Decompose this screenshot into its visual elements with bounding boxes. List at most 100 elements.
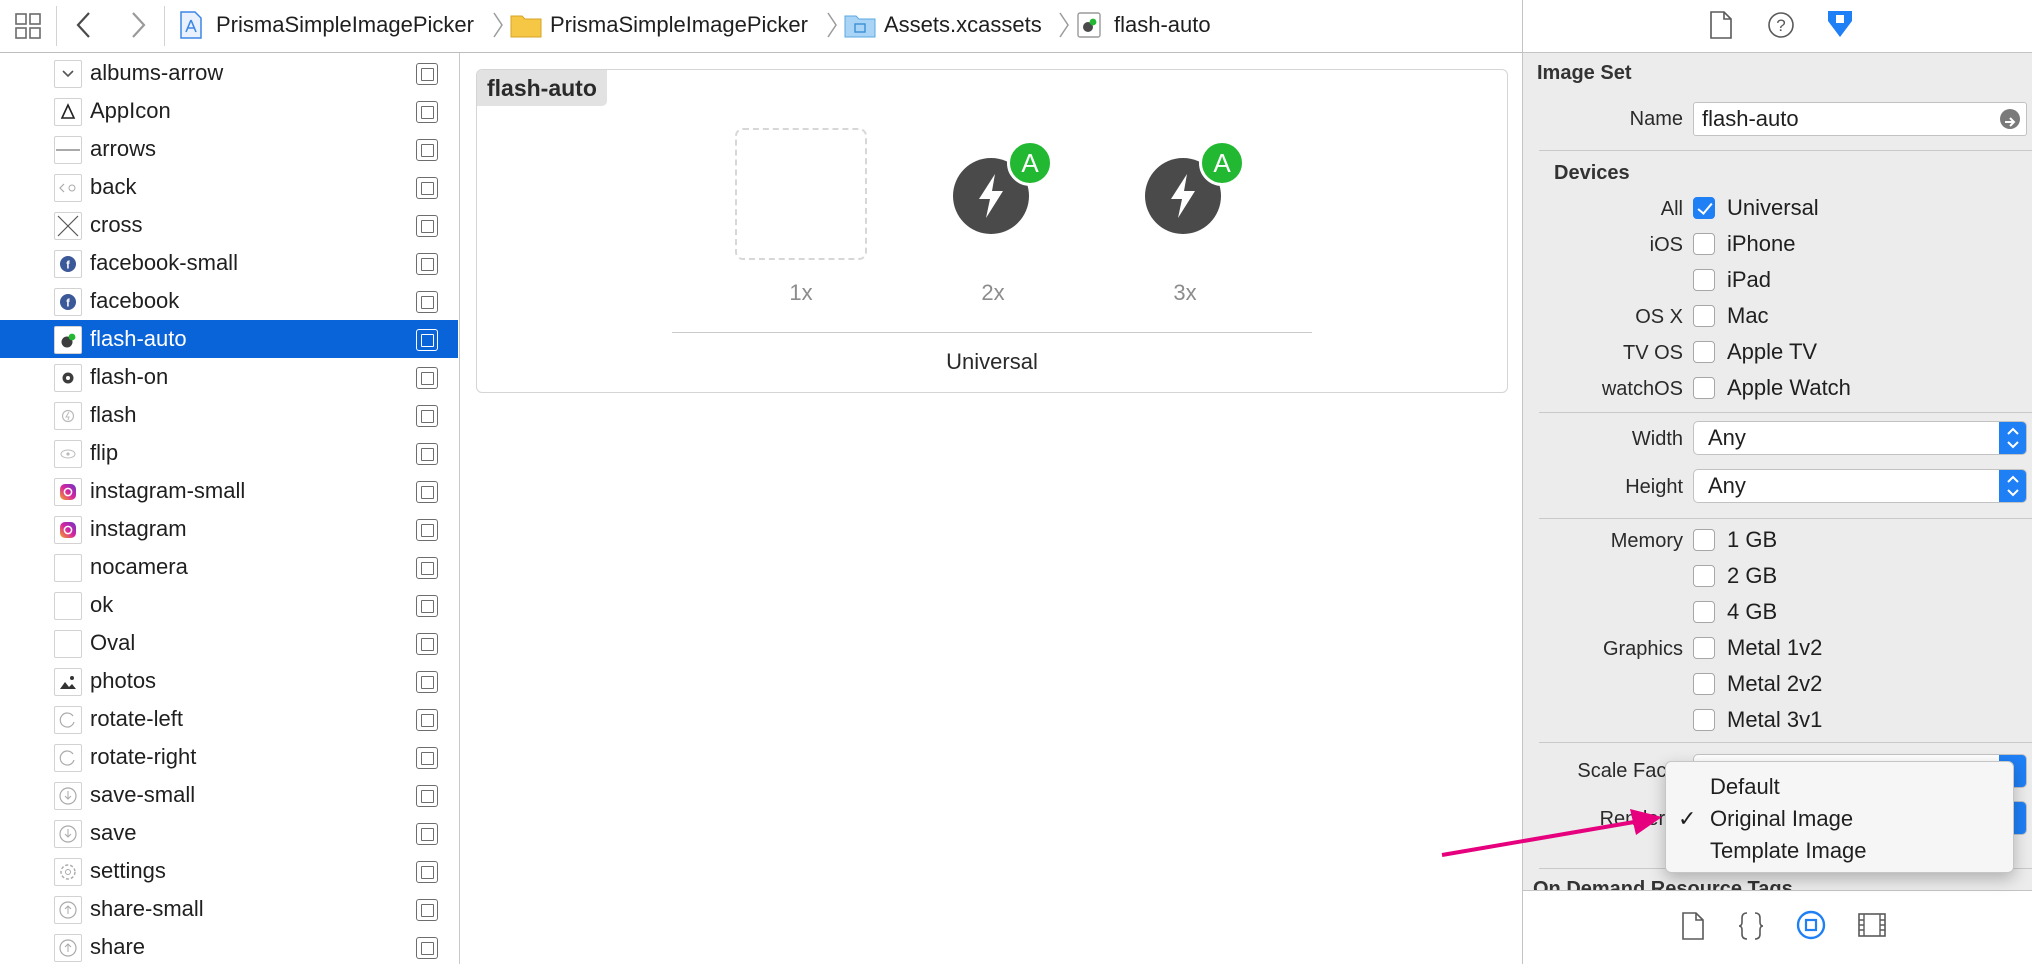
device-checkbox-row[interactable]: Apple TV: [1693, 338, 1817, 366]
file-inspector-icon[interactable]: [1709, 10, 1733, 40]
memory-checkbox-row[interactable]: 1 GB: [1693, 526, 1777, 554]
grid-icon[interactable]: [14, 12, 42, 40]
asset-row[interactable]: AppIcon: [0, 92, 458, 130]
asset-target-checkbox[interactable]: [416, 519, 438, 541]
asset-target-checkbox[interactable]: [416, 291, 438, 313]
asset-target-checkbox[interactable]: [416, 633, 438, 655]
asset-target-checkbox[interactable]: [416, 405, 438, 427]
checkbox[interactable]: [1693, 233, 1715, 255]
asset-row[interactable]: rotate-left: [0, 700, 458, 738]
asset-target-checkbox[interactable]: [416, 177, 438, 199]
slot-1x-empty-well[interactable]: [735, 128, 867, 260]
width-popup[interactable]: Any: [1693, 421, 2027, 455]
asset-row[interactable]: save: [0, 814, 458, 852]
graphics-checkbox-row[interactable]: Metal 2v2: [1693, 670, 1822, 698]
asset-target-checkbox[interactable]: [416, 63, 438, 85]
menu-item-original-image[interactable]: Original Image: [1710, 806, 1853, 832]
asset-row[interactable]: f facebook-small: [0, 244, 458, 282]
height-popup[interactable]: Any: [1693, 469, 2027, 503]
memory-checkbox-row[interactable]: 2 GB: [1693, 562, 1777, 590]
checkbox[interactable]: [1693, 269, 1715, 291]
asset-row[interactable]: flash-on: [0, 358, 458, 396]
asset-target-checkbox[interactable]: [416, 557, 438, 579]
graphics-checkbox-row[interactable]: Metal 1v2: [1693, 634, 1822, 662]
asset-row[interactable]: Oval: [0, 624, 458, 662]
asset-name: ok: [90, 592, 114, 617]
asset-target-checkbox[interactable]: [416, 937, 438, 959]
asset-row[interactable]: share: [0, 928, 458, 964]
asset-target-checkbox[interactable]: [416, 823, 438, 845]
asset-target-checkbox[interactable]: [416, 861, 438, 883]
back-chevron-icon[interactable]: [72, 10, 96, 40]
asset-target-checkbox[interactable]: [416, 139, 438, 161]
asset-row[interactable]: instagram: [0, 510, 458, 548]
asset-target-checkbox[interactable]: [416, 101, 438, 123]
checkbox[interactable]: [1693, 305, 1715, 327]
code-snippet-library-icon[interactable]: [1737, 911, 1765, 941]
forward-chevron-icon[interactable]: [126, 10, 150, 40]
asset-row[interactable]: albums-arrow: [0, 54, 458, 92]
asset-target-checkbox[interactable]: [416, 215, 438, 237]
asset-row[interactable]: settings: [0, 852, 458, 890]
asset-row[interactable]: back: [0, 168, 458, 206]
asset-row[interactable]: photos: [0, 662, 458, 700]
breadcrumb-image-set[interactable]: flash-auto: [1114, 0, 1211, 50]
asset-target-checkbox[interactable]: [416, 595, 438, 617]
asset-row[interactable]: instagram-small: [0, 472, 458, 510]
asset-row[interactable]: ok: [0, 586, 458, 624]
asset-target-checkbox[interactable]: [416, 899, 438, 921]
media-library-icon[interactable]: [1857, 911, 1887, 939]
checkbox[interactable]: [1693, 637, 1715, 659]
file-template-library-icon[interactable]: [1681, 911, 1705, 941]
breadcrumb-catalog[interactable]: Assets.xcassets: [884, 0, 1042, 50]
asset-target-checkbox[interactable]: [416, 481, 438, 503]
asset-row[interactable]: arrows: [0, 130, 458, 168]
device-checkbox-row[interactable]: iPad: [1693, 266, 1771, 294]
breadcrumb-group[interactable]: PrismaSimpleImagePicker: [550, 0, 808, 50]
checkbox[interactable]: [1693, 601, 1715, 623]
checkbox[interactable]: [1693, 197, 1715, 219]
device-checkbox-row[interactable]: iPhone: [1693, 230, 1796, 258]
asset-target-checkbox[interactable]: [416, 443, 438, 465]
checkbox[interactable]: [1693, 709, 1715, 731]
menu-item-default[interactable]: Default: [1710, 774, 1780, 800]
asset-target-checkbox[interactable]: [416, 329, 438, 351]
device-checkbox-row[interactable]: Apple Watch: [1693, 374, 1851, 402]
attributes-inspector-icon[interactable]: [1825, 8, 1855, 40]
asset-row[interactable]: f facebook: [0, 282, 458, 320]
checkbox[interactable]: [1693, 377, 1715, 399]
name-field[interactable]: flash-auto: [1693, 102, 2027, 136]
device-option-label: Mac: [1727, 303, 1769, 328]
asset-target-checkbox[interactable]: [416, 367, 438, 389]
graphics-checkbox-row[interactable]: Metal 3v1: [1693, 706, 1822, 734]
asset-row[interactable]: rotate-right: [0, 738, 458, 776]
graphics-option-label: Metal 3v1: [1727, 707, 1823, 732]
asset-row[interactable]: nocamera: [0, 548, 458, 586]
asset-row[interactable]: share-small: [0, 890, 458, 928]
asset-row[interactable]: flip: [0, 434, 458, 472]
slot-2x-image[interactable]: A: [927, 128, 1059, 260]
breadcrumb-project[interactable]: PrismaSimpleImagePicker: [216, 0, 474, 50]
asset-target-checkbox[interactable]: [416, 709, 438, 731]
memory-checkbox-row[interactable]: 4 GB: [1693, 598, 1777, 626]
asset-row[interactable]: flash-auto: [0, 320, 458, 358]
asset-target-checkbox[interactable]: [416, 253, 438, 275]
go-arrow-icon[interactable]: [2000, 109, 2020, 129]
checkbox[interactable]: [1693, 341, 1715, 363]
auto-badge: A: [1199, 140, 1245, 186]
checkbox[interactable]: [1693, 529, 1715, 551]
asset-row[interactable]: flash: [0, 396, 458, 434]
device-checkbox-row[interactable]: Mac: [1693, 302, 1769, 330]
quick-help-icon[interactable]: ?: [1767, 11, 1795, 39]
asset-target-checkbox[interactable]: [416, 785, 438, 807]
asset-row[interactable]: save-small: [0, 776, 458, 814]
slot-3x-image[interactable]: A: [1119, 128, 1251, 260]
device-checkbox-row[interactable]: Universal: [1693, 194, 1819, 222]
checkbox[interactable]: [1693, 673, 1715, 695]
checkbox[interactable]: [1693, 565, 1715, 587]
asset-target-checkbox[interactable]: [416, 747, 438, 769]
menu-item-template-image[interactable]: Template Image: [1710, 838, 1867, 864]
asset-target-checkbox[interactable]: [416, 671, 438, 693]
asset-row[interactable]: cross: [0, 206, 458, 244]
object-library-icon[interactable]: [1795, 909, 1827, 941]
